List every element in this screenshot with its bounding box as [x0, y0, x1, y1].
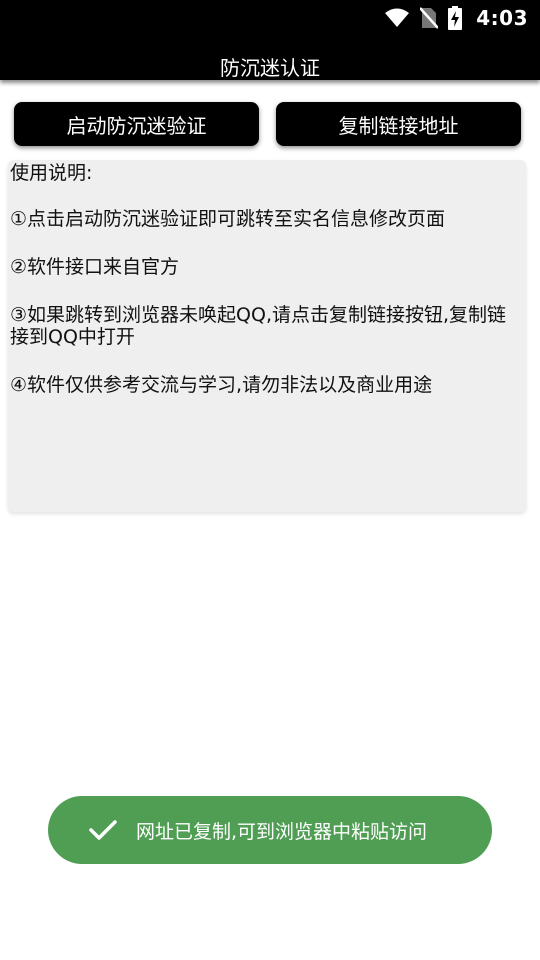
- title-bar: 防沉迷认证: [0, 36, 540, 80]
- button-row: 启动防沉迷验证 复制链接地址: [0, 102, 540, 146]
- instruction-item: ④软件仅供参考交流与学习,请勿非法以及商业用途: [10, 374, 433, 396]
- copy-link-button[interactable]: 复制链接地址: [276, 102, 521, 146]
- instruction-item: ③如果跳转到浏览器未唤起QQ,请点击复制链接按钮,复制链接到QQ中打开: [10, 304, 507, 348]
- no-sim-icon: [420, 7, 439, 29]
- toast-message: 网址已复制,可到浏览器中粘贴访问: [136, 820, 428, 843]
- instructions-heading: 使用说明:: [10, 162, 93, 184]
- status-time: 4:03: [476, 6, 528, 30]
- instructions-panel: 使用说明: ①点击启动防沉迷验证即可跳转至实名信息修改页面 ②软件接口来自官方 …: [8, 160, 526, 512]
- status-icons: 4:03: [384, 0, 528, 36]
- wifi-icon: [384, 8, 410, 28]
- status-bar: 4:03: [0, 0, 540, 36]
- instruction-item: ①点击启动防沉迷验证即可跳转至实名信息修改页面: [10, 208, 446, 230]
- screen: 4:03 防沉迷认证 启动防沉迷验证 复制链接地址 使用说明: ①点击启动防沉迷…: [0, 0, 540, 960]
- start-verify-button[interactable]: 启动防沉迷验证: [14, 102, 259, 146]
- instruction-item: ②软件接口来自官方: [10, 256, 180, 278]
- copied-toast: 网址已复制,可到浏览器中粘贴访问: [48, 796, 492, 864]
- check-icon: [88, 818, 118, 842]
- battery-charging-icon: [448, 6, 463, 30]
- app-title: 防沉迷认证: [220, 55, 320, 80]
